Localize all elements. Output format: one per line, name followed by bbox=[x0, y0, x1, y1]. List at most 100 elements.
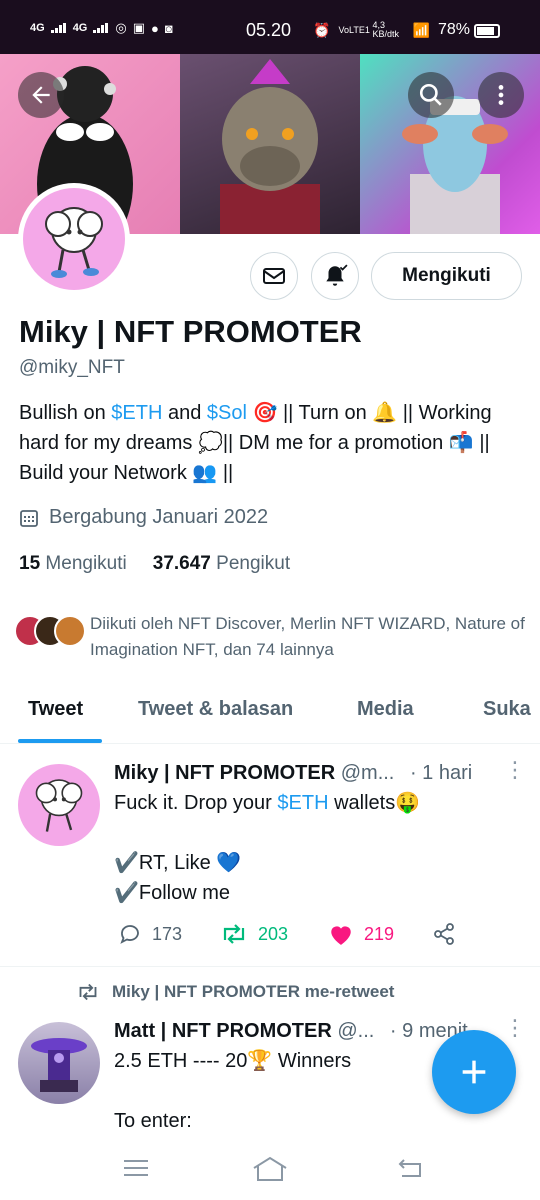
tab-media[interactable]: Media bbox=[357, 698, 414, 721]
status-bar: 4G 4G ◎ ▣ ● ◙ 05.20 ⏰ VoLTE1 4,3 KB/dtk … bbox=[0, 0, 540, 54]
tweet-more-icon[interactable]: ⋮ bbox=[504, 759, 526, 781]
app-icon: ▣ bbox=[132, 20, 146, 35]
tweet-actions: 173 203 219 bbox=[118, 922, 456, 946]
share-icon bbox=[434, 923, 454, 945]
tweet-time: · 1 hari bbox=[409, 762, 473, 784]
network-label-1: 4G bbox=[30, 22, 45, 34]
tweet-author-handle: @... bbox=[337, 1020, 375, 1042]
more-options-button[interactable] bbox=[478, 72, 524, 118]
tweet-author-name[interactable]: Miky | NFT PROMOTER bbox=[114, 762, 335, 784]
active-tab-indicator bbox=[18, 739, 102, 743]
reply-count: 173 bbox=[152, 923, 183, 944]
back-button[interactable] bbox=[18, 72, 64, 118]
bio-text: and bbox=[162, 402, 207, 424]
system-navigation-bar bbox=[0, 1140, 540, 1200]
tweet-author-handle: @m... bbox=[340, 762, 395, 784]
notifications-button[interactable] bbox=[311, 252, 359, 300]
bio-text: Bullish on bbox=[19, 402, 112, 424]
mail-icon bbox=[263, 268, 285, 284]
cashtag-sol[interactable]: $Sol bbox=[207, 402, 247, 424]
retweet-context-text: Miky | NFT PROMOTER me-retweet bbox=[112, 982, 395, 1001]
volte-label: VoLTE1 bbox=[338, 24, 370, 35]
network-label-2: 4G bbox=[72, 22, 88, 34]
tweet-header: Miky | NFT PROMOTER @m... · 1 hari bbox=[114, 762, 472, 785]
message-button[interactable] bbox=[250, 252, 298, 300]
tweet-avatar[interactable] bbox=[18, 764, 100, 846]
more-vertical-icon bbox=[498, 85, 504, 105]
tweet-text-line: To enter: bbox=[114, 1110, 192, 1132]
profile-tabs: Tweet Tweet & balasan Media Suka bbox=[0, 690, 540, 744]
instagram-icon: ◙ bbox=[164, 20, 173, 36]
bell-check-icon bbox=[326, 264, 348, 286]
join-date: Bergabung Januari 2022 bbox=[19, 506, 268, 529]
banner-art-middle bbox=[180, 54, 360, 234]
avatar bbox=[54, 615, 86, 647]
chat-icon: ● bbox=[151, 20, 159, 36]
search-icon bbox=[419, 83, 442, 106]
cashtag-eth[interactable]: $ETH bbox=[277, 792, 328, 814]
profile-handle: @miky_NFT bbox=[19, 357, 125, 378]
tweet-text-line: ✔️RT, Like 💙 bbox=[114, 852, 242, 874]
clock: 05.20 bbox=[246, 20, 292, 40]
profile-name: Miky | NFT PROMOTER bbox=[19, 314, 362, 349]
tweet-avatar[interactable] bbox=[18, 1022, 100, 1104]
home-icon[interactable] bbox=[252, 1156, 288, 1182]
search-button[interactable] bbox=[408, 72, 454, 118]
following-label: Mengikuti bbox=[45, 553, 127, 574]
tweet-text: Fuck it. Drop your $ETH wallets🤑 ✔️RT, L… bbox=[114, 788, 420, 908]
share-button[interactable] bbox=[432, 922, 456, 946]
followers-label: Pengikut bbox=[216, 553, 291, 574]
reply-button[interactable]: 173 bbox=[118, 922, 220, 946]
retweet-icon bbox=[79, 983, 97, 1001]
followed-by-text: Diikuti oleh NFT Discover, Merlin NFT WI… bbox=[90, 614, 525, 659]
cashtag-eth[interactable]: $ETH bbox=[111, 402, 162, 424]
profile-avatar[interactable] bbox=[18, 183, 130, 295]
tweet-divider bbox=[0, 966, 540, 967]
tweet-text-line: ✔️Follow me bbox=[114, 882, 231, 904]
battery-percent: 78% bbox=[437, 21, 470, 38]
followed-by[interactable]: Diikuti oleh NFT Discover, Merlin NFT WI… bbox=[14, 611, 534, 663]
followers-stat[interactable]: 37.647 Pengikut bbox=[153, 553, 290, 575]
status-right: ⏰ VoLTE1 4,3 KB/dtk 📶 78% bbox=[313, 21, 470, 39]
tweet-header: Matt | NFT PROMOTER @... · 9 menit bbox=[114, 1020, 468, 1043]
plus-icon bbox=[462, 1060, 486, 1084]
retweet-count: 203 bbox=[258, 923, 289, 944]
followers-count: 37.647 bbox=[152, 553, 211, 574]
tweet-text: 2.5 ETH ---- 20🏆 Winners To enter: bbox=[114, 1046, 351, 1136]
calendar-icon bbox=[20, 509, 38, 527]
following-button[interactable]: Mengikuti bbox=[371, 252, 522, 300]
tweet-text-part: wallets🤑 bbox=[328, 792, 421, 814]
following-count: 15 bbox=[19, 553, 41, 574]
following-stat[interactable]: 15 Mengikuti bbox=[19, 553, 127, 575]
like-count: 219 bbox=[364, 923, 395, 944]
tab-tweet-replies[interactable]: Tweet & balasan bbox=[138, 698, 293, 721]
profile-bio: Bullish on $ETH and $Sol 🎯 || Turn on 🔔 … bbox=[19, 398, 524, 488]
wifi-icon: 📶 bbox=[412, 21, 430, 38]
tweet-text-part: Fuck it. Drop your bbox=[114, 792, 278, 814]
tab-tweet[interactable]: Tweet bbox=[28, 698, 83, 721]
arrow-left-icon bbox=[32, 86, 50, 104]
alarm-icon: ⏰ bbox=[313, 21, 331, 38]
tab-likes[interactable]: Suka bbox=[483, 698, 531, 721]
heart-icon bbox=[331, 926, 351, 945]
join-date-text: Bergabung Januari 2022 bbox=[49, 506, 269, 528]
tweet-author-name[interactable]: Matt | NFT PROMOTER bbox=[114, 1020, 332, 1042]
follow-stats: 15 Mengikuti 37.647 Pengikut bbox=[19, 553, 290, 575]
tweet-more-icon[interactable]: ⋮ bbox=[504, 1017, 526, 1039]
status-left: 4G 4G ◎ ▣ ● ◙ bbox=[30, 20, 173, 36]
reply-icon bbox=[120, 925, 139, 944]
signal-icon-2 bbox=[93, 23, 109, 33]
like-button[interactable]: 219 bbox=[328, 922, 432, 946]
speed-label: 4,3 KB/dtk bbox=[372, 20, 400, 39]
retweet-button[interactable]: 203 bbox=[220, 922, 328, 946]
compose-tweet-button[interactable] bbox=[432, 1030, 516, 1114]
follower-avatars bbox=[14, 611, 90, 651]
tweet-text-line: 2.5 ETH ---- 20🏆 Winners bbox=[114, 1050, 352, 1072]
back-nav-icon[interactable] bbox=[396, 1156, 426, 1180]
tweet[interactable]: Miky | NFT PROMOTER @m... · 1 hari ⋮ Fuc… bbox=[0, 746, 540, 966]
retweet-context[interactable]: Miky | NFT PROMOTER me-retweet bbox=[76, 982, 394, 1002]
menu-icon[interactable] bbox=[122, 1156, 150, 1180]
signal-icon bbox=[50, 23, 67, 33]
retweet-icon bbox=[223, 924, 245, 944]
whatsapp-icon: ◎ bbox=[115, 20, 127, 35]
